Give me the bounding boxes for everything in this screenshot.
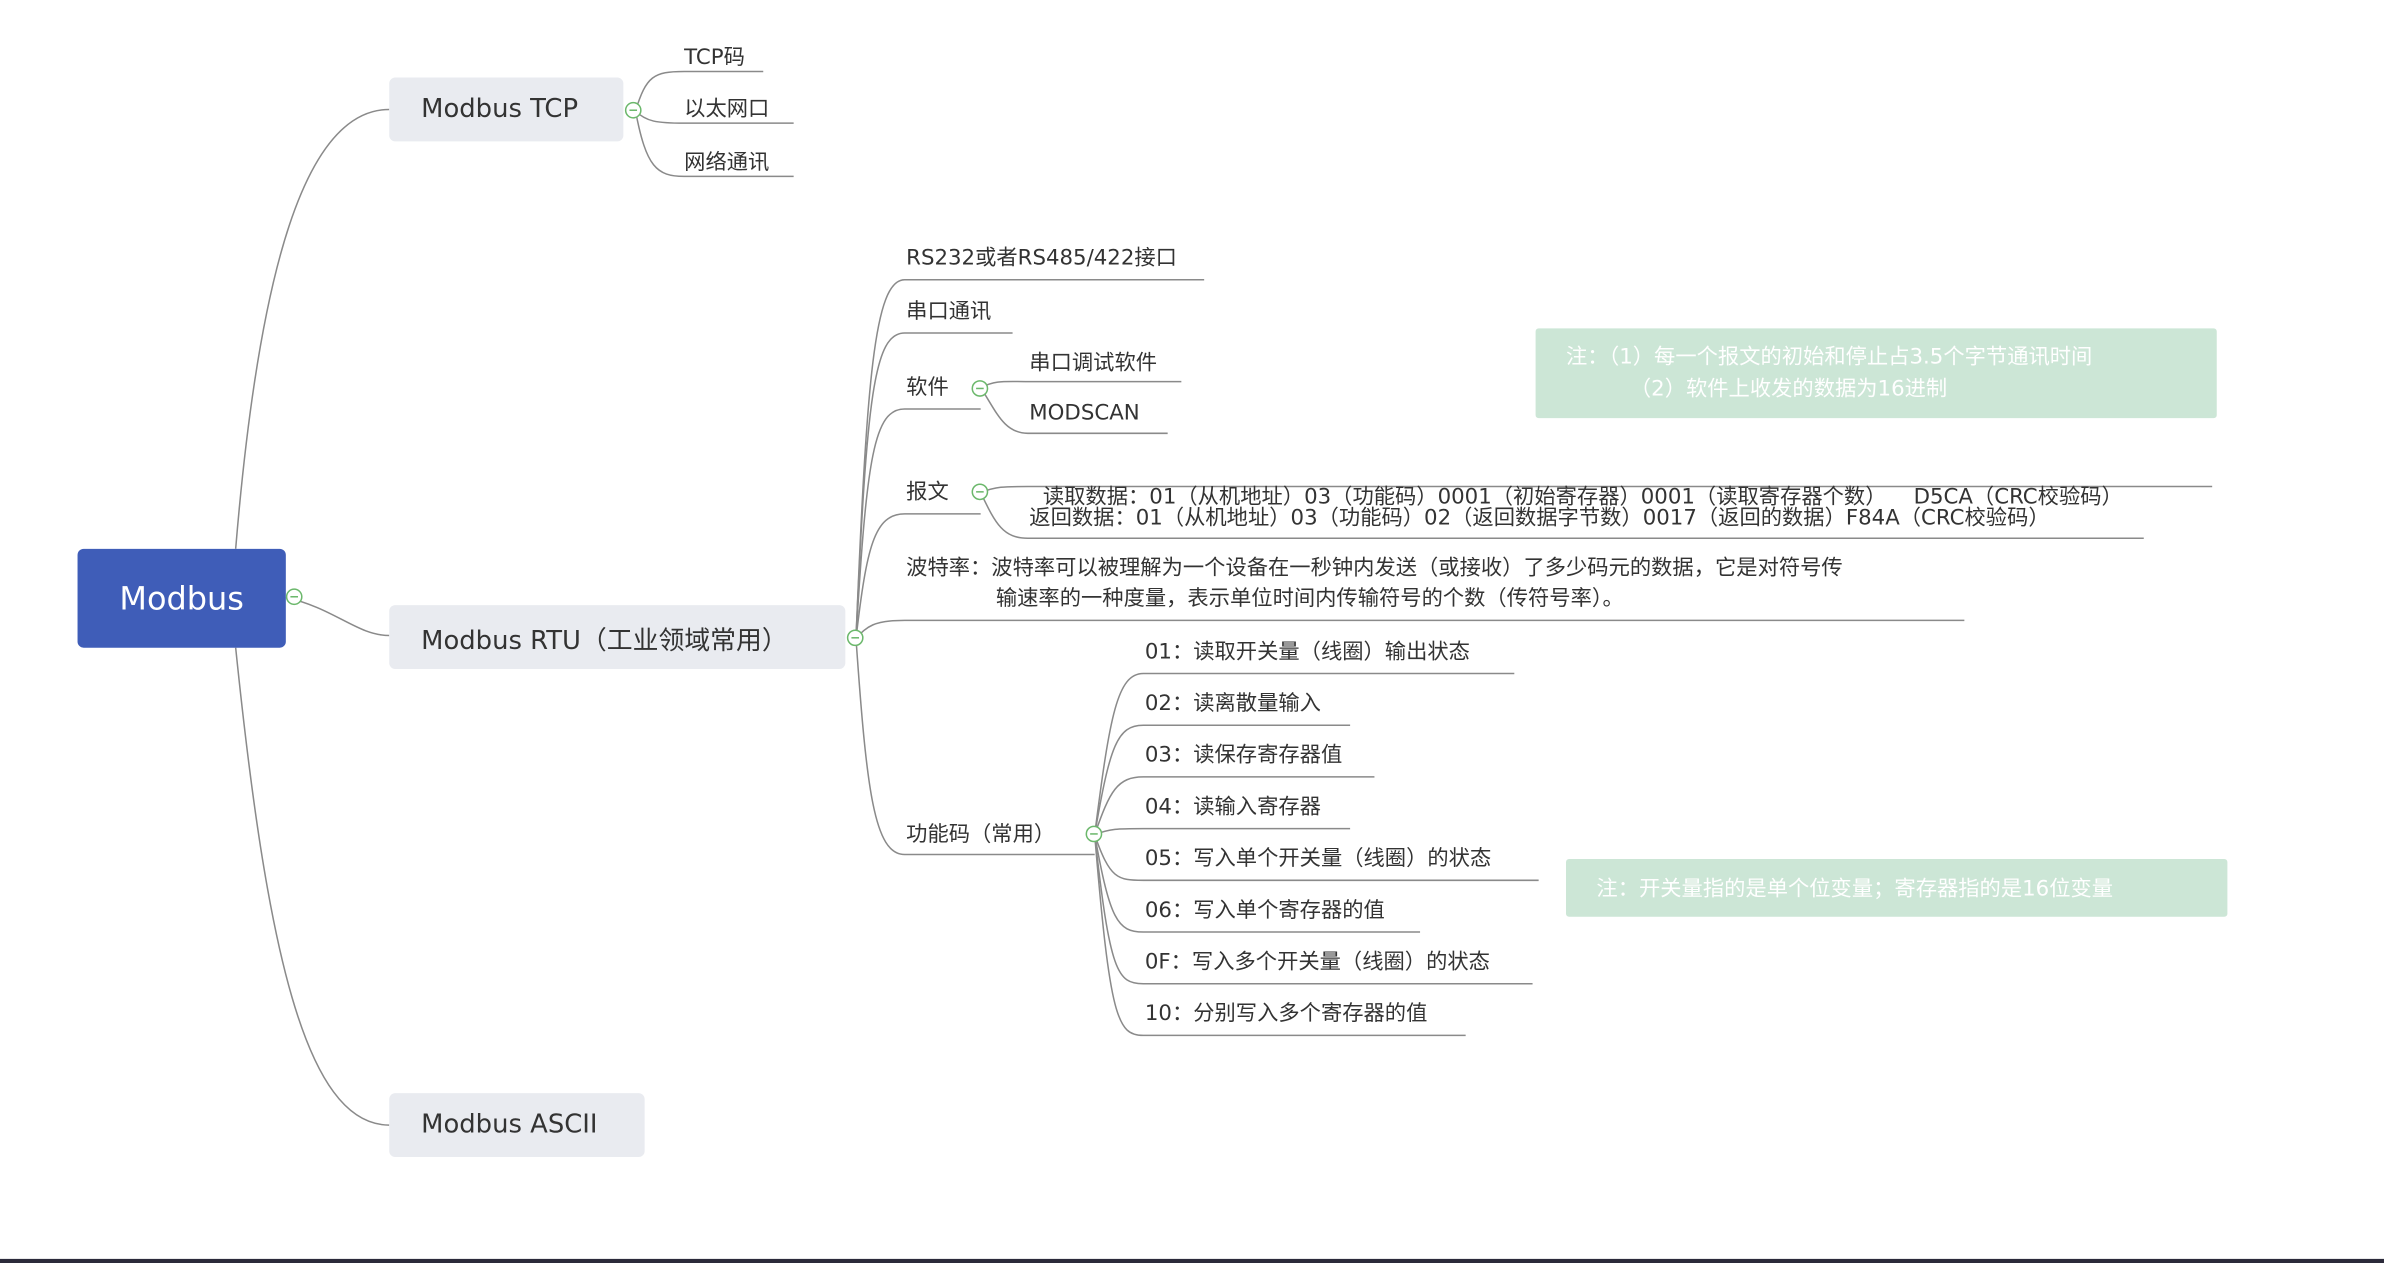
function-code-item[interactable]: 0F：写入多个开关量（线圈）的状态	[1145, 947, 1490, 977]
function-code-item[interactable]: 06：写入单个寄存器的值	[1145, 896, 1385, 926]
rtu-child-interface[interactable]: RS232或者RS485/422接口	[906, 243, 1177, 273]
function-note[interactable]: 注：开关量指的是单个位变量；寄存器指的是16位变量	[1566, 859, 2228, 917]
tcp-child-network[interactable]: 网络通讯	[684, 147, 769, 177]
function-code-item[interactable]: 03：读保存寄存器值	[1145, 740, 1342, 770]
tcp-child-ethernet[interactable]: 以太网口	[684, 94, 769, 124]
topic-modbus-tcp[interactable]: Modbus TCP	[389, 77, 624, 142]
collapse-message-icon[interactable]	[971, 483, 989, 501]
software-child-modscan[interactable]: MODSCAN	[1029, 398, 1139, 428]
rtu-child-baud[interactable]: 波特率：波特率可以被理解为一个设备在一秒钟内发送（或接收）了多少码元的数据，它是…	[906, 553, 1843, 614]
function-code-label: 03：读保存寄存器值	[1144, 743, 1343, 768]
rtu-serial-label: 串口通讯	[906, 299, 992, 324]
topic-modbus-ascii-label: Modbus ASCII	[421, 1109, 598, 1141]
function-code-label: 05：写入单个开关量（线圈）的状态	[1144, 846, 1492, 872]
function-code-label: 0F：写入多个开关量（线圈）的状态	[1144, 950, 1490, 975]
message-label: 报文	[906, 480, 949, 505]
connector-lines	[234, 70, 2213, 1126]
tcp-child-label: 网络通讯	[684, 150, 770, 175]
collapse-function-codes-icon[interactable]	[1085, 825, 1103, 843]
message-return-label: 返回数据：01（从机地址）03（功能码）02（返回数据字节数）0017（返回的数…	[1029, 506, 2050, 531]
root-topic-label: Modbus	[119, 580, 244, 617]
function-code-item[interactable]: 02：读离散量输入	[1145, 689, 1321, 719]
tcp-child-label: 以太网口	[684, 97, 770, 122]
collapse-rtu-icon[interactable]	[846, 629, 864, 647]
function-code-label: 10：分别写入多个寄存器的值	[1144, 1001, 1428, 1027]
rtu-interface-label: RS232或者RS485/422接口	[906, 246, 1177, 271]
function-code-label: 01：读取开关量（线圈）输出状态	[1144, 640, 1470, 665]
tcp-child-label: TCP码	[684, 45, 745, 70]
message-note[interactable]: 注：（1）每一个报文的初始和停止占3.5个字节通讯时间 （2）软件上收发的数据为…	[1535, 328, 2217, 419]
function-code-item[interactable]: 04：读输入寄存器	[1145, 792, 1321, 822]
topic-modbus-tcp-label: Modbus TCP	[421, 94, 579, 125]
software-label: 软件	[906, 375, 949, 400]
software-child-label: 串口调试软件	[1029, 351, 1158, 376]
bottom-border	[0, 1258, 2384, 1263]
rtu-child-software[interactable]: 软件	[906, 372, 949, 402]
message-note-line-1: 注：（1）每一个报文的初始和停止占3.5个字节通讯时间	[1566, 345, 2093, 370]
topic-modbus-rtu-label: Modbus RTU（工业领域常用）	[421, 625, 788, 657]
collapse-root-icon[interactable]	[285, 588, 303, 606]
function-code-label: 06：写入单个寄存器的值	[1144, 898, 1385, 923]
rtu-child-message[interactable]: 报文	[906, 477, 949, 507]
collapse-software-icon[interactable]	[971, 380, 989, 397]
message-child-return[interactable]: 返回数据：01（从机地址）03（功能码）02（返回数据字节数）0017（返回的数…	[1029, 503, 2049, 533]
function-code-label: 02：读离散量输入	[1144, 691, 1321, 717]
function-code-item[interactable]: 05：写入单个开关量（线圈）的状态	[1145, 844, 1491, 874]
function-note-text: 注：开关量指的是单个位变量；寄存器指的是16位变量	[1596, 877, 2114, 902]
topic-modbus-rtu[interactable]: Modbus RTU（工业领域常用）	[389, 605, 846, 669]
function-codes-label: 功能码（常用）	[906, 822, 1056, 847]
topic-modbus-ascii[interactable]: Modbus ASCII	[389, 1093, 645, 1158]
baud-line-2: 输速率的一种度量，表示单位时间内传输符号的个数（传符号率）。	[995, 586, 1624, 612]
root-topic[interactable]: Modbus	[77, 548, 286, 648]
rtu-child-serial[interactable]: 串口通讯	[906, 296, 991, 326]
function-code-item[interactable]: 10：分别写入多个寄存器的值	[1145, 999, 1428, 1029]
tcp-child-tcp-code[interactable]: TCP码	[684, 43, 745, 73]
baud-line-1: 波特率：波特率可以被理解为一个设备在一秒钟内发送（或接收）了多少码元的数据，它是…	[906, 556, 1843, 581]
function-code-item[interactable]: 01：读取开关量（线圈）输出状态	[1145, 637, 1470, 667]
software-child-label: MODSCAN	[1029, 401, 1140, 426]
function-code-label: 04：读输入寄存器	[1144, 795, 1321, 820]
message-note-line-2: （2）软件上收发的数据为16进制	[1629, 377, 1948, 402]
rtu-child-function-codes[interactable]: 功能码（常用）	[906, 819, 1055, 849]
mind-map-canvas: Modbus Modbus TCP Modbus RTU（工业领域常用） Mod…	[0, 0, 2384, 1263]
software-child-serial-debug[interactable]: 串口调试软件	[1029, 348, 1157, 378]
collapse-tcp-icon[interactable]	[624, 101, 642, 119]
